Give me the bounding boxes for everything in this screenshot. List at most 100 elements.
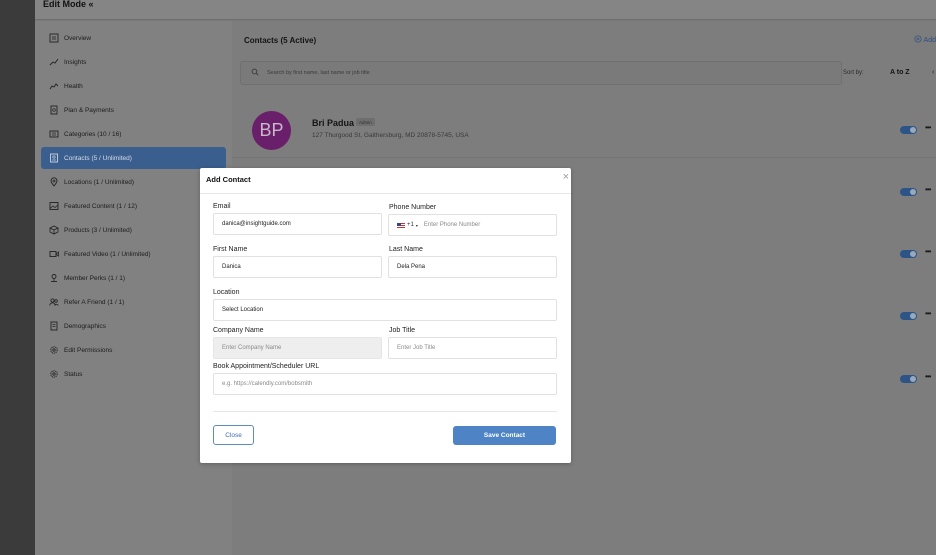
- contact-address: 127 Thurgood St, Gaithersburg, MD 20878-…: [312, 132, 469, 139]
- image-icon: [49, 201, 59, 211]
- sidebar-item-label: Locations (1 / Unlimited): [64, 178, 135, 186]
- sidebar-item-overview[interactable]: Overview: [41, 27, 226, 49]
- insights-icon: [49, 57, 59, 67]
- contact-toggle[interactable]: [900, 250, 917, 258]
- sidebar-item-label: Categories (10 / 16): [64, 130, 122, 138]
- admin-badge: Admin: [356, 118, 375, 126]
- sidebar-item-label: Insights: [64, 58, 87, 66]
- sidebar-item-locations[interactable]: Locations (1 / Unlimited): [41, 171, 226, 193]
- search-icon: [251, 68, 259, 78]
- sidebar-item-label: Featured Content (1 / 12): [64, 202, 137, 210]
- status-gear-icon: [49, 369, 59, 379]
- sidebar-item-label: Plan & Payments: [64, 106, 114, 114]
- book-url-label: Book Appointment/Scheduler URL: [213, 363, 320, 370]
- page-title: Contacts (5 Active): [244, 36, 317, 45]
- edit-mode-title[interactable]: Edit Mode «: [43, 0, 94, 9]
- sidebar-item-edit-permissions[interactable]: Edit Permissions: [41, 339, 226, 361]
- top-bar: Edit Mode «: [35, 0, 936, 20]
- contact-toggle[interactable]: [900, 312, 917, 320]
- sidebar-item-label: Overview: [64, 34, 92, 42]
- sidebar-item-label: Edit Permissions: [64, 346, 113, 354]
- more-options-icon[interactable]: •••: [925, 185, 931, 194]
- email-field[interactable]: danica@insightguide.com: [213, 213, 382, 235]
- more-options-icon[interactable]: •••: [925, 247, 931, 256]
- sidebar-item-featured-content[interactable]: Featured Content (1 / 12): [41, 195, 226, 217]
- sidebar-item-label: Featured Video (1 / Unlimited): [64, 250, 151, 258]
- company-label: Company Name: [213, 327, 264, 334]
- sidebar-item-refer-a-friend[interactable]: Refer A Friend (1 / 1): [41, 291, 226, 313]
- contact-name[interactable]: Bri Padua: [312, 118, 354, 128]
- last-name-label: Last Name: [389, 246, 423, 253]
- first-name-field[interactable]: Danica: [213, 256, 382, 278]
- sidebar-item-featured-video[interactable]: Featured Video (1 / Unlimited): [41, 243, 226, 265]
- sidebar-item-demographics[interactable]: Demographics: [41, 315, 226, 337]
- sidebar-item-categories[interactable]: Categories (10 / 16): [41, 123, 226, 145]
- contact-toggle[interactable]: [900, 375, 917, 383]
- location-label: Location: [213, 289, 240, 296]
- contact-toggle[interactable]: [900, 188, 917, 196]
- add-contact-modal: Add Contact × Email danica@insightguide.…: [200, 168, 571, 463]
- left-strip: [0, 0, 35, 555]
- phone-placeholder: Enter Phone Number: [423, 222, 481, 228]
- payments-icon: [49, 105, 59, 115]
- phone-label: Phone Number: [389, 204, 437, 211]
- box-icon: [49, 225, 59, 235]
- location-pin-icon: [49, 177, 59, 187]
- book-url-field[interactable]: e.g. https://calendly.com/bobsmith: [213, 373, 557, 395]
- phone-field[interactable]: +1 ▾ Enter Phone Number: [388, 214, 557, 236]
- sort-label: Sort by:: [843, 70, 864, 76]
- search-input[interactable]: Search by first name, last name or job t…: [240, 61, 842, 85]
- add-contact-link[interactable]: Add: [913, 35, 936, 45]
- plus-circle-icon: [913, 35, 922, 45]
- more-options-icon[interactable]: •••: [925, 372, 931, 381]
- sidebar-item-label: Refer A Friend (1 / 1): [64, 298, 125, 306]
- modal-title: Add Contact: [206, 175, 251, 184]
- sidebar-item-label: Health: [64, 82, 83, 90]
- sidebar-item-health[interactable]: Health: [41, 75, 226, 97]
- sidebar-item-label: Contacts (5 / Unlimited): [64, 154, 132, 162]
- country-code-select[interactable]: +1 ▾: [397, 222, 418, 228]
- email-label: Email: [213, 203, 231, 210]
- sidebar-item-label: Demographics: [64, 322, 106, 330]
- chevron-down-icon[interactable]: ‹: [932, 69, 934, 76]
- sidebar-item-contacts[interactable]: Contacts (5 / Unlimited): [41, 147, 226, 169]
- us-flag-icon: [397, 222, 405, 228]
- last-name-field[interactable]: Dela Pena: [388, 256, 557, 278]
- sidebar-item-label: Products (3 / Unlimited): [64, 226, 132, 234]
- categories-icon: [49, 129, 59, 139]
- gear-icon: [49, 345, 59, 355]
- add-label: Add: [923, 36, 936, 44]
- sidebar-item-member-perks[interactable]: Member Perks (1 / 1): [41, 267, 226, 289]
- company-field[interactable]: Enter Company Name: [213, 337, 382, 359]
- country-code: +1: [407, 222, 414, 228]
- divider: [200, 193, 571, 194]
- video-icon: [49, 249, 59, 259]
- demographics-icon: [49, 321, 59, 331]
- chevron-down-icon: ▾: [415, 222, 418, 228]
- contacts-icon: [49, 153, 59, 163]
- more-options-icon[interactable]: •••: [925, 309, 931, 318]
- refer-icon: [49, 297, 59, 307]
- sidebar-item-label: Status: [64, 370, 83, 378]
- health-icon: [49, 81, 59, 91]
- perks-icon: [49, 273, 59, 283]
- location-select[interactable]: Select Location: [213, 299, 557, 321]
- sidebar-item-label: Member Perks (1 / 1): [64, 274, 126, 282]
- sidebar-item-plan-payments[interactable]: Plan & Payments: [41, 99, 226, 121]
- overview-icon: [49, 33, 59, 43]
- divider: [213, 411, 557, 412]
- job-title-label: Job Title: [389, 327, 416, 334]
- job-title-field[interactable]: Enter Job Title: [388, 337, 557, 359]
- more-options-icon[interactable]: •••: [925, 123, 931, 132]
- search-placeholder: Search by first name, last name or job t…: [267, 70, 370, 76]
- save-contact-button[interactable]: Save Contact: [453, 426, 556, 445]
- close-icon[interactable]: ×: [563, 172, 569, 183]
- sort-select[interactable]: A to Z: [890, 69, 910, 76]
- contact-toggle[interactable]: [900, 126, 917, 134]
- sidebar-item-insights[interactable]: Insights: [41, 51, 226, 73]
- sidebar-item-products[interactable]: Products (3 / Unlimited): [41, 219, 226, 241]
- avatar: BP: [252, 111, 291, 150]
- close-button[interactable]: Close: [213, 425, 254, 445]
- first-name-label: First Name: [213, 246, 248, 253]
- sidebar-item-status[interactable]: Status: [41, 363, 226, 385]
